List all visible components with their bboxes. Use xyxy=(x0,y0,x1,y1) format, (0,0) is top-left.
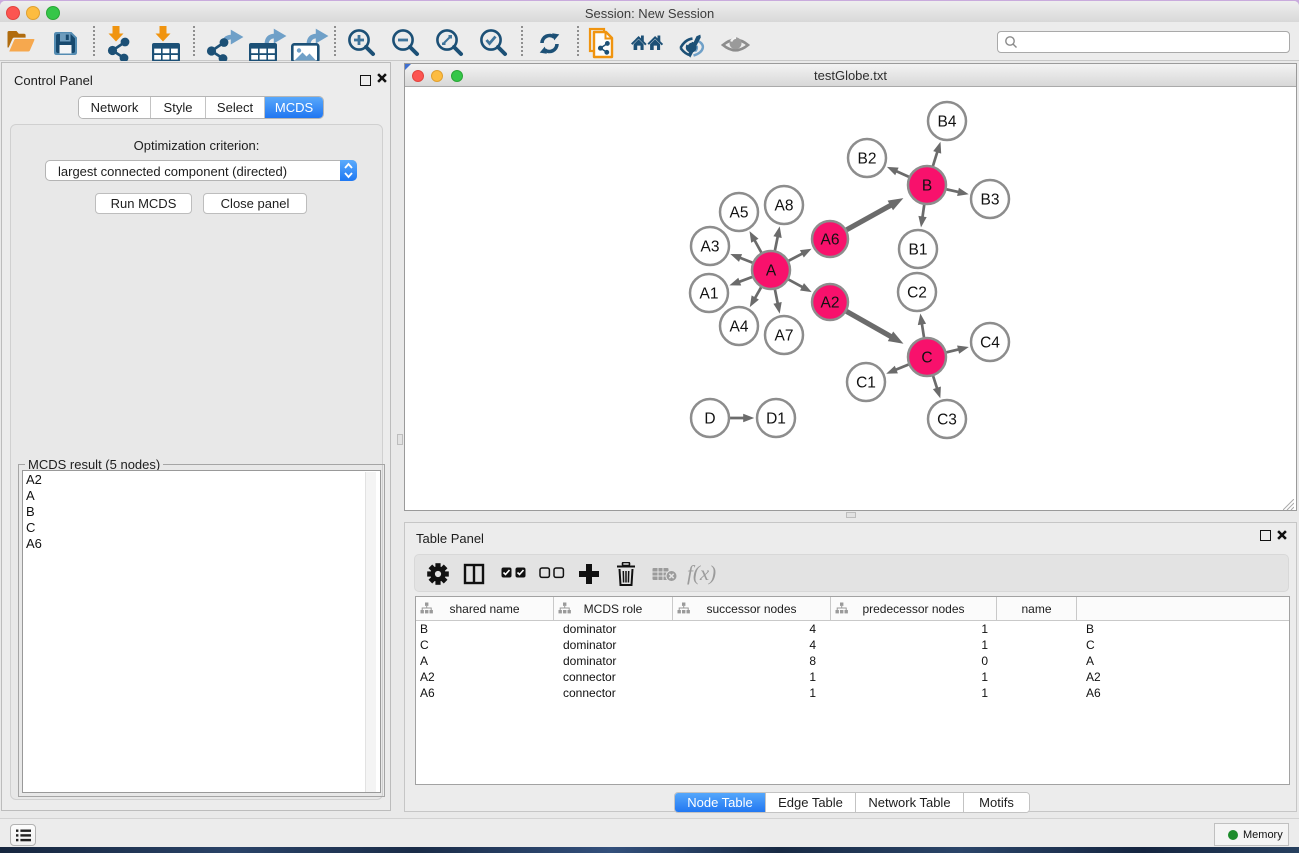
svg-text:A3: A3 xyxy=(701,239,720,256)
svg-text:D: D xyxy=(704,411,715,428)
svg-text:B: B xyxy=(922,178,932,195)
svg-text:A4: A4 xyxy=(730,319,749,336)
svg-text:A: A xyxy=(766,263,777,280)
svg-text:A6: A6 xyxy=(821,232,840,249)
svg-text:A8: A8 xyxy=(775,198,794,215)
svg-text:A5: A5 xyxy=(730,205,749,222)
svg-text:C3: C3 xyxy=(937,412,957,429)
svg-text:A1: A1 xyxy=(700,286,719,303)
svg-text:B4: B4 xyxy=(938,114,957,131)
svg-text:C1: C1 xyxy=(856,375,876,392)
svg-text:B1: B1 xyxy=(909,242,928,259)
svg-text:C2: C2 xyxy=(907,285,927,302)
svg-text:D1: D1 xyxy=(766,411,786,428)
svg-text:C4: C4 xyxy=(980,335,1000,352)
svg-text:A2: A2 xyxy=(821,295,840,312)
svg-text:B2: B2 xyxy=(858,151,877,168)
svg-text:C: C xyxy=(921,350,932,367)
svg-text:A7: A7 xyxy=(775,328,794,345)
svg-text:B3: B3 xyxy=(981,192,1000,209)
